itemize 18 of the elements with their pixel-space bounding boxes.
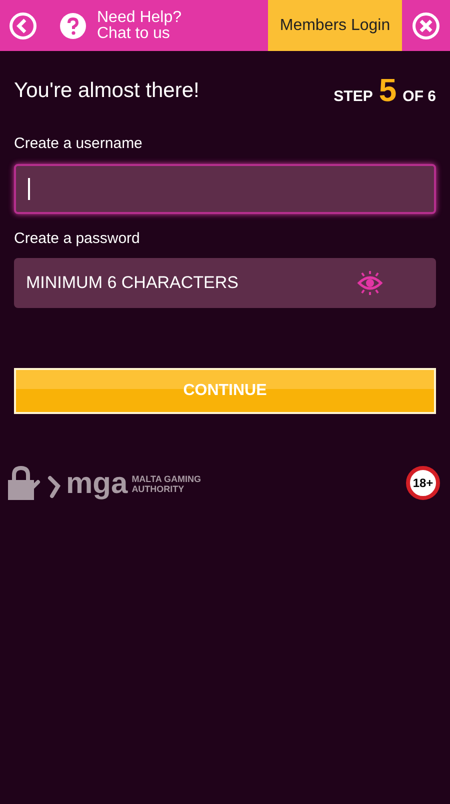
password-field[interactable]: MINIMUM 6 CHARACTERS (14, 258, 436, 308)
back-icon (9, 12, 37, 40)
field-label: Create a password (14, 228, 141, 248)
page-heading: You're almost there! (14, 78, 200, 104)
field-label: Create a username (14, 134, 144, 154)
username-field[interactable] (14, 164, 436, 214)
eye-icon (356, 270, 384, 296)
help-chat-button[interactable]: Need Help? Chat to us (59, 0, 268, 51)
help-icon (59, 12, 87, 40)
step-indicator: STEP 5 OF 6 (334, 74, 436, 108)
members-login-button[interactable]: Members Login (268, 0, 402, 51)
regulator-logo-text: mga (66, 469, 128, 499)
text-caret (28, 178, 30, 200)
age-restriction-badge: 18+ (406, 466, 440, 500)
regulator-name: MALTA GAMING AUTHORITY (132, 474, 202, 494)
placeholder-text: MINIMUM 6 CHARACTERS (26, 272, 240, 294)
show-password-button[interactable] (356, 270, 384, 296)
close-icon (412, 12, 440, 40)
